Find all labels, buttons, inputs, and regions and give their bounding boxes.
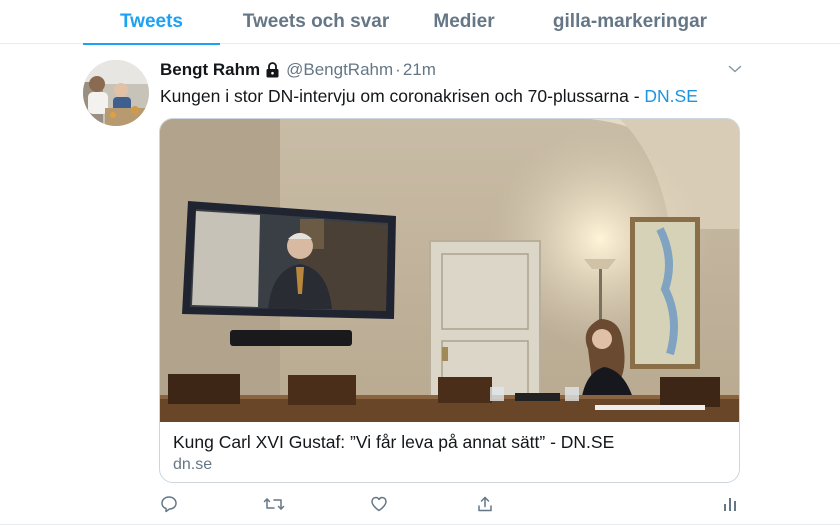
card-domain: dn.se xyxy=(173,456,213,473)
tab-media-label: Medier xyxy=(433,11,495,32)
card-title: Kung Carl XVI Gustaf: ”Vi får leva på an… xyxy=(173,432,615,452)
link-preview-card[interactable]: Kung Carl XVI Gustaf: ”Vi får leva på an… xyxy=(159,118,740,483)
retweet-icon[interactable] xyxy=(261,491,287,517)
profile-tabs: Tweets Tweets och svar Medier gilla-mark… xyxy=(0,0,840,45)
tweet-text-link[interactable]: DN.SE xyxy=(644,86,697,106)
tab-media[interactable]: Medier xyxy=(422,0,506,44)
tab-tweets[interactable]: Tweets xyxy=(83,0,220,45)
header-separator: · xyxy=(395,60,401,79)
tweet-divider xyxy=(0,524,840,525)
author-handle[interactable]: @BengtRahm xyxy=(286,60,393,80)
tab-likes[interactable]: gilla-markeringar xyxy=(540,0,720,44)
chevron-down-icon[interactable] xyxy=(727,61,743,77)
tweet-text-body: Kungen i stor DN-intervju om coronakrise… xyxy=(160,86,645,106)
tweet-actions xyxy=(0,491,840,517)
analytics-icon[interactable] xyxy=(717,491,743,517)
like-icon[interactable] xyxy=(366,491,392,517)
tweet[interactable]: Bengt Rahm @BengtRahm · 21m Kungen i sto… xyxy=(0,45,840,526)
share-icon[interactable] xyxy=(472,491,498,517)
tab-tweets-label: Tweets xyxy=(119,11,183,32)
card-image xyxy=(160,119,739,422)
tweet-text: Kungen i stor DN-intervju om coronakrise… xyxy=(160,84,698,108)
tab-likes-label: gilla-markeringar xyxy=(552,11,708,32)
lock-icon xyxy=(265,62,280,78)
tab-tweets-and-replies[interactable]: Tweets och svar xyxy=(236,0,396,44)
tab-tweets-and-replies-label: Tweets och svar xyxy=(242,11,390,32)
avatar[interactable] xyxy=(83,60,149,126)
tweet-header: Bengt Rahm @BengtRahm · 21m xyxy=(160,58,436,82)
tweet-timestamp[interactable]: 21m xyxy=(403,60,436,80)
author-name[interactable]: Bengt Rahm xyxy=(160,60,260,80)
reply-icon[interactable] xyxy=(156,491,182,517)
